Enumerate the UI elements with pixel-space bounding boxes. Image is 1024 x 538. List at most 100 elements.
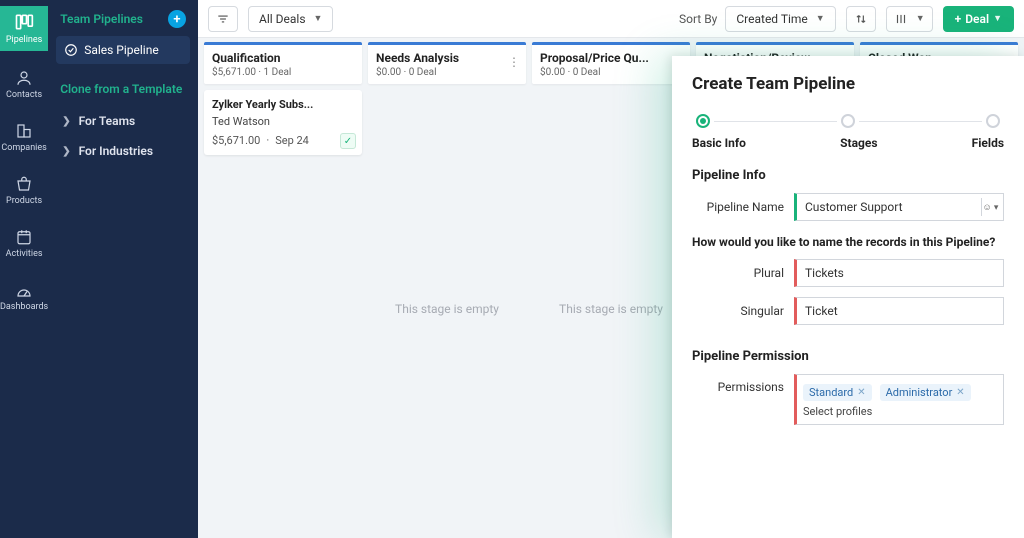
sidebar-pipeline-item[interactable]: Sales Pipeline bbox=[56, 36, 190, 64]
emoji-picker-icon[interactable]: ☺ ▾ bbox=[981, 198, 999, 216]
plus-icon: + bbox=[955, 12, 962, 26]
column-count: 1 Deal bbox=[264, 67, 292, 78]
sidebar-link-industries[interactable]: ❯ For Industries bbox=[56, 136, 190, 166]
plural-input[interactable]: Tickets bbox=[794, 259, 1004, 287]
nav-rail: Pipelines Contacts Companies Products Ac… bbox=[0, 0, 48, 538]
caret-down-icon: ▼ bbox=[816, 13, 825, 24]
view-toggle-button[interactable]: ▼ bbox=[886, 6, 933, 32]
column-count: 0 Deal bbox=[409, 67, 437, 78]
nav-label: Contacts bbox=[6, 90, 42, 100]
column-title: Qualification bbox=[212, 51, 332, 65]
plural-value: Tickets bbox=[805, 266, 844, 280]
sidebar-clone-header: Clone from a Template bbox=[56, 78, 190, 100]
deals-filter-label: All Deals bbox=[259, 12, 306, 26]
sort-icon bbox=[854, 12, 868, 26]
filter-icon-button[interactable] bbox=[208, 6, 238, 32]
step-basic-info[interactable] bbox=[692, 114, 714, 128]
column-amount: $0.00 bbox=[376, 67, 401, 78]
plural-label: Plural bbox=[692, 266, 784, 280]
tag-label: Standard bbox=[809, 386, 853, 399]
toolbar: All Deals ▼ Sort By Created Time ▼ ▼ + D… bbox=[198, 0, 1024, 38]
sidebar-title: Team Pipelines bbox=[60, 12, 143, 26]
nav-label: Companies bbox=[1, 143, 46, 153]
card-name: Zylker Yearly Subs... bbox=[212, 98, 354, 111]
nav-pipelines[interactable]: Pipelines bbox=[0, 6, 48, 51]
nav-dashboards[interactable]: Dashboards bbox=[0, 277, 48, 316]
step-fields[interactable] bbox=[982, 114, 1004, 128]
column-count: 0 Deal bbox=[573, 67, 601, 78]
pipeline-name-value: Customer Support bbox=[805, 200, 903, 214]
pipeline-name-label: Pipeline Name bbox=[692, 200, 784, 214]
records-question: How would you like to name the records i… bbox=[692, 235, 1004, 249]
column-title: Needs Analysis bbox=[376, 51, 496, 65]
singular-input[interactable]: Ticket bbox=[794, 297, 1004, 325]
caret-down-icon: ▼ bbox=[993, 13, 1002, 24]
permissions-label: Permissions bbox=[692, 374, 784, 394]
sidebar-link-label: For Teams bbox=[79, 114, 136, 128]
column-more-icon[interactable]: ⋮ bbox=[508, 55, 520, 69]
permissions-placeholder: Select profiles bbox=[803, 405, 997, 418]
sidebar-link-label: For Industries bbox=[79, 144, 153, 158]
nav-companies[interactable]: Companies bbox=[0, 118, 48, 157]
nav-label: Products bbox=[6, 196, 42, 206]
sort-dropdown[interactable]: Created Time ▼ bbox=[725, 6, 835, 32]
new-deal-button[interactable]: + Deal ▼ bbox=[943, 6, 1014, 32]
kanban-column: Needs Analysis $0.00 · 0 Deal ⋮ This sta… bbox=[368, 42, 526, 534]
permission-tag[interactable]: Administrator✕ bbox=[880, 384, 971, 401]
pipelines-icon bbox=[14, 12, 34, 32]
filter-icon bbox=[216, 12, 230, 26]
step-label: Fields bbox=[972, 136, 1004, 150]
deal-card[interactable]: Zylker Yearly Subs... Ted Watson $5,671.… bbox=[204, 90, 362, 155]
sort-label: Sort By bbox=[679, 12, 717, 26]
singular-value: Ticket bbox=[805, 304, 838, 318]
step-label: Basic Info bbox=[692, 136, 746, 150]
deals-filter-dropdown[interactable]: All Deals ▼ bbox=[248, 6, 333, 32]
column-header[interactable]: Qualification $5,671.00 · 1 Deal bbox=[204, 42, 362, 84]
section-permission: Pipeline Permission bbox=[692, 349, 1004, 364]
step-stages[interactable] bbox=[837, 114, 859, 128]
column-title: Proposal/Price Qu... bbox=[540, 51, 660, 65]
pipeline-name-input[interactable]: Customer Support ☺ ▾ bbox=[794, 193, 1004, 221]
companies-icon bbox=[15, 122, 33, 140]
nav-activities[interactable]: Activities bbox=[0, 224, 48, 263]
create-pipeline-panel: Create Team Pipeline Basic Info Stages F… bbox=[672, 56, 1024, 538]
sort-value: Created Time bbox=[736, 12, 807, 26]
main: All Deals ▼ Sort By Created Time ▼ ▼ + D… bbox=[198, 0, 1024, 538]
permissions-input[interactable]: Standard ✕ Administrator✕ Select profiles bbox=[794, 374, 1004, 425]
caret-down-icon: ▼ bbox=[314, 13, 323, 24]
sort-direction-button[interactable] bbox=[846, 6, 876, 32]
chevron-right-icon: ❯ bbox=[62, 146, 70, 157]
nav-products[interactable]: Products bbox=[0, 171, 48, 210]
check-circle-icon bbox=[64, 43, 78, 57]
sidebar-pipeline-label: Sales Pipeline bbox=[84, 43, 159, 57]
column-amount: $5,671.00 bbox=[212, 67, 256, 78]
card-date: Sep 24 bbox=[275, 134, 309, 147]
dashboards-icon bbox=[15, 281, 33, 299]
kanban-view-icon bbox=[894, 12, 908, 26]
panel-stepper bbox=[692, 114, 1004, 128]
products-icon bbox=[15, 175, 33, 193]
step-label: Stages bbox=[840, 136, 877, 150]
singular-label: Singular bbox=[692, 304, 784, 318]
empty-stage-text: This stage is empty bbox=[532, 84, 690, 534]
contacts-icon bbox=[15, 69, 33, 87]
caret-down-icon: ▼ bbox=[916, 13, 925, 24]
nav-contacts[interactable]: Contacts bbox=[0, 65, 48, 104]
sidebar: Team Pipelines + Sales Pipeline Clone fr… bbox=[48, 0, 198, 538]
add-pipeline-button[interactable]: + bbox=[168, 10, 186, 28]
remove-tag-icon[interactable]: ✕ bbox=[956, 387, 964, 398]
check-icon: ✓ bbox=[340, 133, 356, 149]
activities-icon bbox=[15, 228, 33, 246]
kanban-column: Proposal/Price Qu... $0.00 · 0 Deal This… bbox=[532, 42, 690, 534]
card-owner: Ted Watson bbox=[212, 115, 354, 128]
empty-stage-text: This stage is empty bbox=[368, 84, 526, 534]
panel-title: Create Team Pipeline bbox=[692, 74, 1004, 94]
sidebar-link-teams[interactable]: ❯ For Teams bbox=[56, 106, 190, 136]
chevron-right-icon: ❯ bbox=[62, 116, 70, 127]
remove-tag-icon[interactable]: ✕ bbox=[857, 387, 865, 398]
column-header[interactable]: Proposal/Price Qu... $0.00 · 0 Deal bbox=[532, 42, 690, 84]
nav-label: Activities bbox=[6, 249, 43, 259]
permission-tag[interactable]: Standard ✕ bbox=[803, 384, 872, 401]
section-pipeline-info: Pipeline Info bbox=[692, 168, 1004, 183]
column-header[interactable]: Needs Analysis $0.00 · 0 Deal ⋮ bbox=[368, 42, 526, 84]
